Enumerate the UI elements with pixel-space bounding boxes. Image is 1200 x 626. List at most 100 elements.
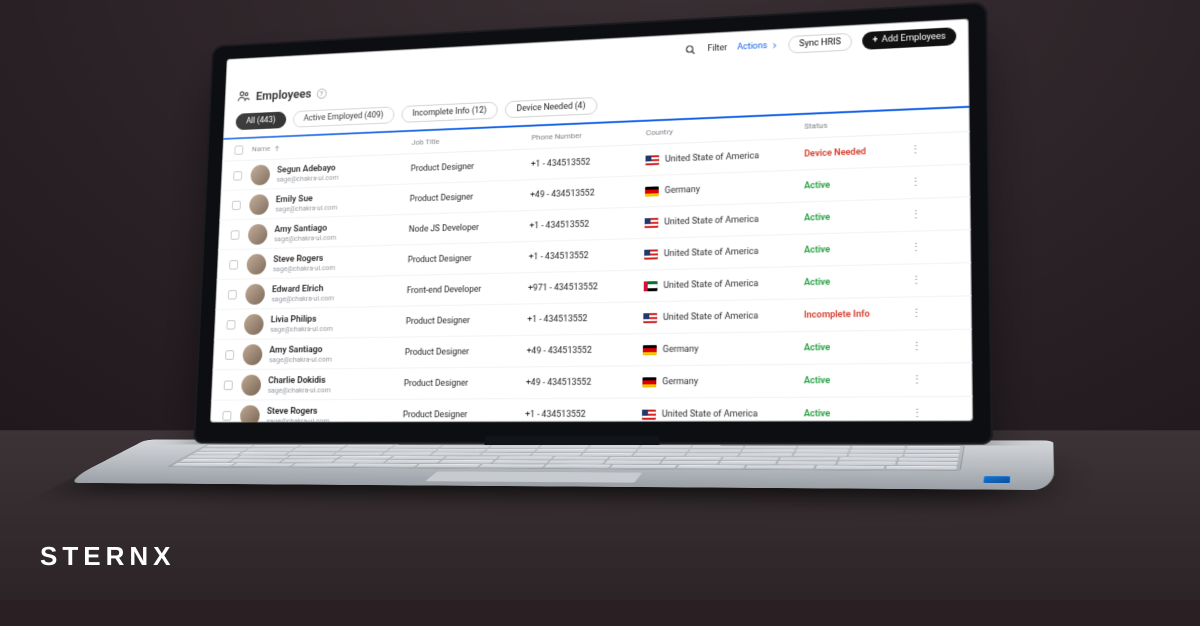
row-menu-icon[interactable]: ⋮	[909, 407, 926, 421]
employee-email: sage@chakra-ui.com	[266, 416, 329, 422]
flag-icon	[645, 155, 659, 165]
col-status[interactable]: Status	[804, 117, 907, 130]
country-cell: United State of America	[645, 149, 804, 165]
filter-button[interactable]: Filter	[707, 43, 727, 54]
tab-active-employed[interactable]: Active Employed (409)	[293, 106, 395, 127]
country-name: United State of America	[664, 214, 758, 227]
flag-icon	[642, 377, 656, 387]
row-checkbox[interactable]	[228, 290, 237, 300]
search-icon[interactable]	[684, 43, 698, 57]
employee-email: sage@chakra-ui.com	[270, 324, 333, 334]
row-menu-icon[interactable]: ⋮	[907, 175, 924, 189]
phone-number: +1 - 434513552	[525, 409, 642, 419]
row-menu-icon[interactable]: ⋮	[908, 373, 925, 387]
phone-number: +971 - 434513552	[528, 281, 644, 293]
country-cell: United State of America	[643, 310, 804, 323]
employee-email: sage@chakra-ui.com	[276, 173, 338, 184]
chevron-right-icon	[770, 42, 778, 50]
actions-label: Actions	[737, 41, 767, 52]
status-badge: Active	[804, 243, 908, 256]
row-menu-icon[interactable]: ⋮	[908, 340, 925, 354]
row-checkbox[interactable]	[233, 171, 242, 181]
table-row[interactable]: Steve Rogerssage@chakra-ui.comProduct De…	[210, 397, 973, 423]
row-checkbox[interactable]	[226, 320, 235, 330]
name-cell: Steve Rogerssage@chakra-ui.com	[246, 250, 408, 275]
page-title: Employees	[256, 87, 312, 103]
flag-icon	[643, 313, 657, 323]
employee-email: sage@chakra-ui.com	[271, 293, 334, 303]
row-checkbox[interactable]	[224, 380, 233, 390]
employees-icon	[237, 89, 252, 107]
table-row[interactable]: Charlie Dokidissage@chakra-ui.comProduct…	[211, 363, 973, 400]
phone-number: +1 - 434513552	[529, 218, 644, 231]
country-name: United State of America	[664, 246, 759, 258]
job-title: Product Designer	[406, 315, 528, 327]
employee-name: Steve Rogers	[267, 405, 330, 416]
avatar	[244, 313, 264, 334]
name-cell: Steve Rogerssage@chakra-ui.com	[240, 404, 403, 422]
flag-icon	[643, 345, 657, 355]
col-phone[interactable]: Phone Number	[531, 128, 646, 141]
avatar	[248, 223, 268, 244]
employee-name: Charlie Dokidis	[268, 374, 331, 385]
trackpad	[424, 471, 643, 483]
row-menu-icon[interactable]: ⋮	[908, 307, 925, 321]
actions-dropdown[interactable]: Actions	[737, 41, 778, 53]
job-title: Node JS Developer	[409, 221, 530, 234]
employee-email: sage@chakra-ui.com	[274, 233, 336, 243]
name-cell: Amy Santiagosage@chakra-ui.com	[248, 219, 409, 244]
row-menu-icon[interactable]: ⋮	[908, 273, 925, 287]
row-checkbox[interactable]	[222, 411, 231, 421]
country-cell: Germany	[643, 343, 804, 355]
row-menu-icon[interactable]: ⋮	[907, 208, 924, 222]
tab-incomplete-info[interactable]: Incomplete Info (12)	[401, 102, 498, 123]
name-cell: Amy Santiagosage@chakra-ui.com	[242, 342, 405, 365]
row-checkbox[interactable]	[231, 230, 240, 240]
tab-device-needed[interactable]: Device Needed (4)	[505, 97, 597, 118]
status-badge: Active	[804, 408, 909, 419]
flag-icon	[642, 409, 656, 419]
country-cell: United State of America	[644, 278, 804, 291]
sync-hris-button[interactable]: Sync HRIS	[788, 33, 852, 54]
employee-email: sage@chakra-ui.com	[275, 202, 337, 212]
col-name[interactable]: Name	[252, 138, 412, 153]
status-badge: Incomplete Info	[804, 308, 908, 320]
row-checkbox[interactable]	[232, 200, 241, 210]
country-name: United State of America	[663, 279, 758, 291]
plus-icon: +	[873, 35, 878, 45]
name-cell: Charlie Dokidissage@chakra-ui.com	[241, 373, 404, 395]
row-menu-icon[interactable]: ⋮	[908, 241, 925, 255]
avatar	[249, 194, 269, 215]
name-cell: Emily Suesage@chakra-ui.com	[249, 189, 410, 215]
row-menu-icon[interactable]: ⋮	[907, 143, 924, 157]
help-icon[interactable]: ?	[316, 88, 326, 99]
flag-icon	[644, 281, 658, 291]
tab-all[interactable]: All (443)	[235, 111, 286, 130]
country-name: United State of America	[663, 311, 758, 323]
employee-name: Amy Santiago	[269, 344, 332, 355]
col-name-label: Name	[252, 144, 271, 153]
country-name: Germany	[663, 344, 699, 354]
status-badge: Active	[804, 210, 907, 223]
country-cell: United State of America	[644, 245, 804, 259]
add-employees-button[interactable]: + Add Employees	[862, 27, 956, 50]
row-checkbox[interactable]	[225, 350, 234, 360]
phone-number: +1 - 434513552	[531, 155, 646, 169]
col-country[interactable]: Country	[646, 122, 804, 137]
country-name: United State of America	[662, 409, 758, 419]
col-job[interactable]: Job Title	[411, 133, 531, 146]
phone-number: +49 - 434513552	[530, 186, 645, 200]
laptop-mockup: Filter Actions Sync HRIS + Add Employees	[186, 0, 1057, 626]
job-title: Product Designer	[403, 410, 526, 420]
employees-app: Filter Actions Sync HRIS + Add Employees	[210, 18, 973, 422]
country-cell: United State of America	[645, 213, 805, 228]
avatar	[240, 405, 260, 423]
employee-email: sage@chakra-ui.com	[273, 263, 336, 273]
avatar	[241, 374, 261, 395]
sort-asc-icon	[274, 144, 281, 152]
row-checkbox[interactable]	[229, 260, 238, 270]
select-all-checkbox[interactable]	[234, 145, 243, 155]
flag-icon	[644, 249, 658, 259]
table-body: Segun Adebayosage@chakra-ui.comProduct D…	[210, 132, 973, 422]
add-employees-label: Add Employees	[882, 32, 946, 45]
